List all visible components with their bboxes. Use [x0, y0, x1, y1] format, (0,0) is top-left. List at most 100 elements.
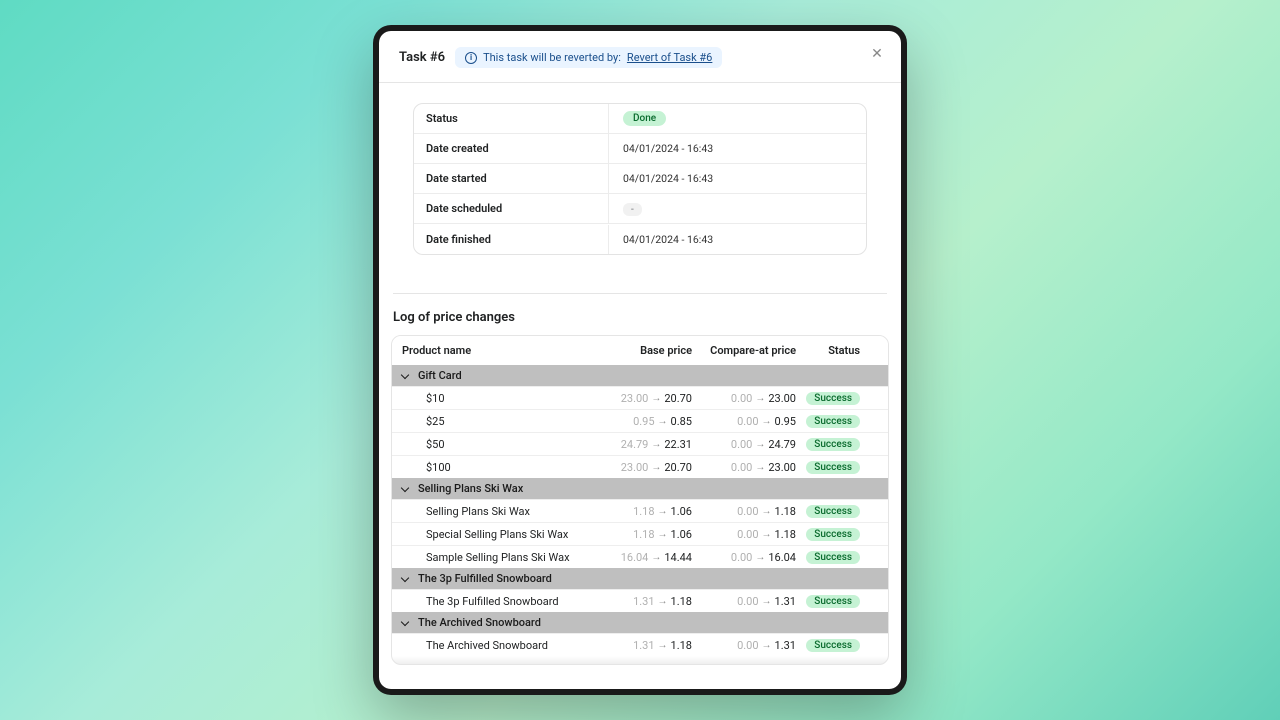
old-price: 0.00 — [737, 415, 758, 428]
table-row: Selling Plans Ski Wax1.18→1.060.00→1.18S… — [392, 499, 888, 522]
base-price-cell: 1.31→1.18 — [600, 595, 692, 608]
col-header-name: Product name — [402, 344, 600, 357]
product-group-row[interactable]: Gift Card — [392, 365, 888, 386]
arrow-right-icon: → — [658, 596, 668, 607]
old-price: 0.95 — [633, 415, 654, 428]
old-price: 1.18 — [633, 528, 654, 541]
modal-header: Task #6 i This task will be reverted by:… — [379, 31, 901, 83]
compare-price-cell: 0.00→24.79 — [692, 438, 804, 451]
variant-name: The Archived Snowboard — [402, 639, 600, 652]
product-group-row[interactable]: The Archived Snowboard — [392, 612, 888, 633]
arrow-right-icon: → — [651, 393, 661, 404]
empty-value: - — [623, 203, 642, 216]
chevron-down-icon — [402, 618, 412, 628]
details-row: Date started04/01/2024 - 16:43 — [414, 164, 866, 194]
row-status: Success — [804, 391, 864, 405]
success-badge: Success — [806, 438, 860, 451]
modal-body[interactable]: StatusDoneDate created04/01/2024 - 16:43… — [379, 83, 901, 689]
log-table: Product name Base price Compare-at price… — [391, 335, 889, 665]
old-price: 23.00 — [621, 461, 649, 474]
product-group-row[interactable]: Selling Plans Ski Wax — [392, 478, 888, 499]
arrow-right-icon: → — [651, 439, 661, 450]
new-price: 0.95 — [775, 415, 796, 428]
arrow-right-icon: → — [658, 640, 668, 651]
col-header-status: Status — [804, 344, 864, 357]
table-row: $100 23.00 → 20.700.00→23.00Success — [392, 455, 888, 478]
info-icon: i — [465, 52, 477, 64]
arrow-right-icon: → — [658, 506, 668, 517]
details-row: Status Done — [414, 104, 866, 134]
arrow-right-icon: → — [762, 596, 772, 607]
variant-name: Sample Selling Plans Ski Wax — [402, 551, 600, 564]
group-name: The Archived Snowboard — [418, 616, 541, 629]
new-price: 22.31 — [664, 438, 692, 451]
compare-price-cell: 0.00→1.18 — [692, 528, 804, 541]
new-price: 0.85 — [671, 415, 692, 428]
arrow-right-icon: → — [755, 393, 765, 404]
compare-price-cell: 0.00→1.31 — [692, 595, 804, 608]
success-badge: Success — [806, 595, 860, 608]
success-badge: Success — [806, 551, 860, 564]
old-price: 0.00 — [731, 438, 752, 451]
table-row: Special Selling Plans Ski Wax1.18→1.060.… — [392, 522, 888, 545]
arrow-right-icon: → — [755, 462, 765, 473]
new-price: 1.06 — [671, 505, 692, 518]
row-status: Success — [804, 527, 864, 541]
new-price: 1.18 — [671, 595, 692, 608]
base-price-cell: 24.79→22.31 — [600, 438, 692, 451]
success-badge: Success — [806, 461, 860, 474]
row-status: Success — [804, 504, 864, 518]
table-row: $250.95→0.850.00→0.95Success — [392, 409, 888, 432]
old-price: 0.00 — [737, 595, 758, 608]
group-name: The 3p Fulfilled Snowboard — [418, 572, 552, 585]
compare-price-cell: 0.00→23.00 — [692, 461, 804, 474]
base-price-cell: 0.95→0.85 — [600, 415, 692, 428]
details-value: - — [609, 196, 866, 222]
new-price: 16.04 — [768, 551, 796, 564]
old-price: 0.00 — [731, 461, 752, 474]
status-badge: Done — [623, 111, 666, 126]
base-price-cell: 1.18→1.06 — [600, 528, 692, 541]
variant-name: $10 — [402, 392, 600, 405]
details-value: 04/01/2024 - 16:43 — [609, 227, 866, 252]
row-status: Success — [804, 437, 864, 451]
revert-link[interactable]: Revert of Task #6 — [627, 51, 712, 64]
table-row: $5024.79→22.310.00→24.79Success — [392, 432, 888, 455]
modal: ✕ Task #6 i This task will be reverted b… — [379, 31, 901, 689]
details-label: Date started — [414, 164, 609, 193]
details-card: StatusDoneDate created04/01/2024 - 16:43… — [413, 103, 867, 255]
old-price: 24.79 — [621, 438, 649, 451]
product-group-row[interactable]: The 3p Fulfilled Snowboard — [392, 568, 888, 589]
old-price: 0.00 — [737, 639, 758, 652]
info-banner: i This task will be reverted by: Revert … — [455, 47, 722, 68]
variant-name: Selling Plans Ski Wax — [402, 505, 600, 518]
compare-price-cell: 0.00→0.95 — [692, 415, 804, 428]
base-price-cell: 23.00→20.70 — [600, 392, 692, 405]
row-status: Success — [804, 550, 864, 564]
group-name: Gift Card — [418, 369, 462, 382]
old-price: 0.00 — [731, 551, 752, 564]
variant-name: Special Selling Plans Ski Wax — [402, 528, 600, 541]
old-price: 0.00 — [737, 528, 758, 541]
old-price: 16.04 — [621, 551, 649, 564]
details-row: Date created04/01/2024 - 16:43 — [414, 134, 866, 164]
close-icon: ✕ — [871, 45, 883, 62]
table-row: The 3p Fulfilled Snowboard1.31→1.180.00→… — [392, 589, 888, 612]
details-label: Status — [414, 104, 609, 133]
arrow-right-icon: → — [755, 439, 765, 450]
chevron-down-icon — [402, 371, 412, 381]
arrow-right-icon: → — [658, 529, 668, 540]
base-price-cell: 1.31→1.18 — [600, 639, 692, 652]
success-badge: Success — [806, 528, 860, 541]
variant-name: $100 — [402, 461, 600, 474]
chevron-down-icon — [402, 574, 412, 584]
new-price: 20.70 — [664, 461, 692, 474]
close-button[interactable]: ✕ — [867, 43, 887, 63]
success-badge: Success — [806, 505, 860, 518]
compare-price-cell: 0.00→23.00 — [692, 392, 804, 405]
row-status: Success — [804, 460, 864, 474]
details-label: Date created — [414, 134, 609, 163]
details-value: 04/01/2024 - 16:43 — [609, 166, 866, 191]
compare-price-cell: 0.00→1.31 — [692, 639, 804, 652]
details-row: Date finished04/01/2024 - 16:43 — [414, 224, 866, 254]
